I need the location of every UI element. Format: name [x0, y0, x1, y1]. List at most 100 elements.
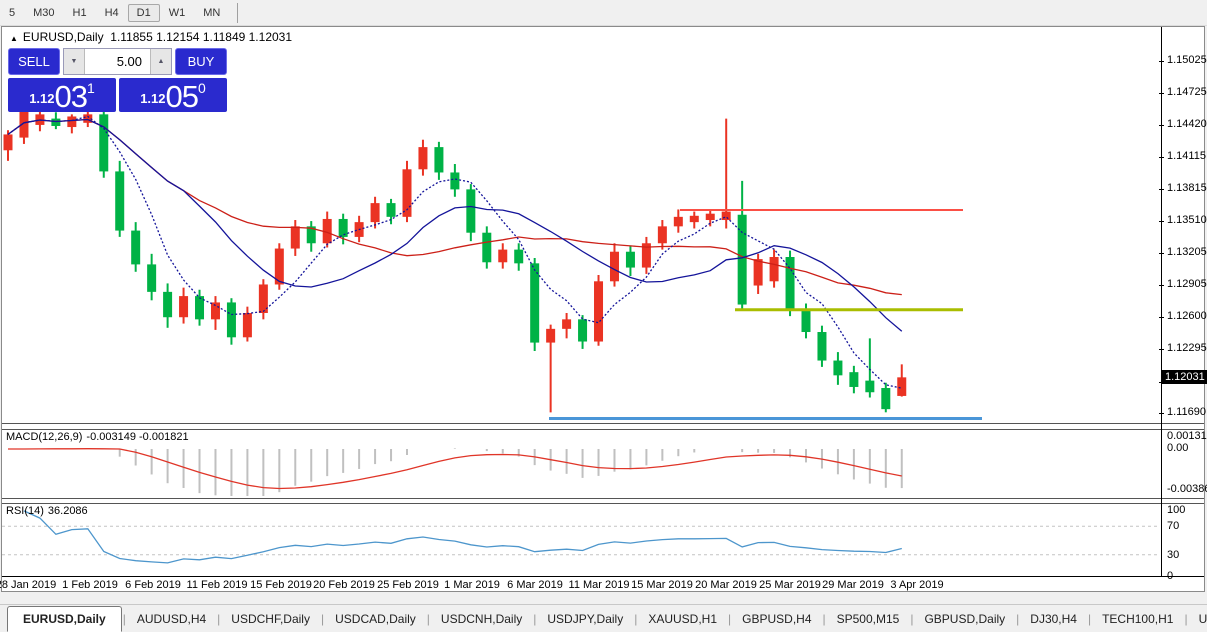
macd-histogram-bar [262, 449, 265, 498]
toolbar-separator [237, 2, 239, 23]
sell-price-pip-digit: 1 [87, 80, 95, 96]
chart-window: ▲ EURUSD,Daily 1.11855 1.12154 1.11849 1.… [0, 26, 1207, 593]
candle-body [3, 134, 13, 151]
volume-input[interactable]: 5.00 [85, 49, 150, 74]
tab-eurusd-daily[interactable]: EURUSD,Daily [7, 606, 122, 632]
price-axis-label: 1.14420 [1167, 117, 1207, 130]
macd-histogram-bar [485, 449, 488, 452]
collapse-arrow-icon[interactable]: ▲ [10, 34, 18, 43]
tab-separator: | [1016, 612, 1020, 626]
price-axis-label: 1.13510 [1167, 214, 1207, 227]
candle-body [386, 203, 396, 217]
volume-increase-button[interactable]: ▲ [150, 49, 171, 74]
tab-separator: | [320, 612, 325, 626]
tab-usdcnh-daily[interactable]: USDCNH,Daily [431, 607, 532, 631]
tab-xauusd-h1[interactable]: XAUUSD,H1 [638, 607, 727, 631]
tab-gbpusd-h4[interactable]: GBPUSD,H4 [732, 607, 821, 631]
price-axis-label: 1.12905 [1167, 277, 1207, 290]
timeframe-mn[interactable]: MN [194, 4, 229, 22]
candle-body [673, 216, 683, 227]
tab-tech100-h1[interactable]: TECH100,H1 [1092, 607, 1183, 631]
current-price-badge: 1.12031 [1162, 370, 1207, 384]
macd-histogram-bar [134, 449, 137, 466]
moving-average-20 [7, 118, 902, 296]
tab-sp500-m15[interactable]: SP500,M15 [827, 607, 910, 631]
macd-histogram-bar [805, 449, 807, 463]
date-label: 25 Mar 2019 [759, 579, 821, 591]
tab-usdcad-daily[interactable]: USDCAD,Daily [325, 607, 426, 631]
price-axis-tick [1159, 413, 1164, 415]
rsi-value: 36.2086 [47, 505, 88, 517]
candle-body [434, 147, 444, 173]
macd-histogram-bar [118, 449, 121, 457]
macd-histogram-bar [294, 449, 297, 486]
price-axis-tick [1159, 92, 1164, 94]
rsi-pane[interactable]: RSI(14) 36.2086 100 70 30 0 [2, 503, 1204, 582]
sell-button[interactable]: SELL [8, 48, 60, 75]
macd-histogram-bar [661, 449, 664, 461]
macd-histogram-bar [198, 449, 201, 494]
tab-separator: | [533, 612, 537, 626]
candle-body [179, 296, 189, 318]
rsi-label: RSI(14) 36.2086 [6, 505, 88, 517]
volume-decrease-button[interactable]: ▼ [64, 49, 85, 74]
chart-tab-bar: EURUSD,Daily | AUDUSD,H4 | USDCHF,Daily | USDC… [0, 604, 1207, 632]
tab-separator: | [426, 612, 430, 626]
buy-button[interactable]: BUY [175, 48, 227, 75]
candle-body [737, 214, 747, 305]
macd-histogram-bar [358, 449, 361, 469]
macd-axis-label: 0.00 [1167, 442, 1189, 454]
macd-values: -0.003149 -0.001821 [86, 431, 189, 443]
macd-histogram-bar [773, 449, 776, 453]
tab-usdchf-daily[interactable]: USDCHF,Daily [221, 607, 320, 631]
candle-body [450, 172, 460, 190]
date-label: 11 Feb 2019 [186, 579, 248, 591]
macd-histogram-bar [390, 449, 393, 462]
tab-separator: | [822, 612, 826, 626]
macd-histogram-bar [789, 449, 792, 458]
price-axis-label: 1.15025 [1167, 54, 1207, 66]
macd-histogram-bar [342, 449, 345, 473]
sell-price-base: 1.12 [29, 91, 55, 106]
tab-separator: | [1087, 612, 1092, 626]
candle-body [195, 296, 205, 320]
candle-body [833, 360, 843, 376]
macd-pane[interactable]: MACD(12,26,9) -0.003149 -0.001821 0.00131… [2, 429, 1207, 500]
candle-body [881, 388, 891, 410]
moving-average-12 [7, 118, 903, 332]
timeframe-h1[interactable]: H1 [64, 4, 96, 22]
macd-histogram-bar [645, 449, 648, 466]
macd-histogram-bar [868, 449, 871, 484]
date-axis[interactable]: 28 Jan 2019 1 Feb 2019 6 Feb 2019 11 Feb 20… [0, 576, 1204, 593]
tab-gbpusd-daily[interactable]: GBPUSD,Daily [914, 607, 1015, 631]
tab-audusd-h4[interactable]: AUDUSD,H4 [127, 607, 216, 631]
macd-histogram-bar [900, 449, 903, 489]
candle-body [338, 218, 348, 237]
tab-ukc[interactable]: UKC [1189, 607, 1207, 631]
candle-body [226, 302, 236, 338]
timeframe-h4[interactable]: H4 [96, 4, 128, 22]
rsi-axis-label: 0 [1167, 570, 1174, 582]
tab-dj30-h4[interactable]: DJ30,H4 [1020, 607, 1087, 631]
timeframe-5[interactable]: 5 [0, 4, 24, 22]
candle-body [370, 203, 380, 223]
tab-usdjpy-daily[interactable]: USDJPY,Daily [537, 607, 633, 631]
timeframe-d1[interactable]: D1 [127, 3, 160, 22]
price-axis-tick [1159, 221, 1164, 223]
moving-average-5 [7, 115, 902, 389]
candle-body [562, 319, 572, 329]
macd-histogram-bar [629, 449, 632, 470]
date-label: 25 Feb 2019 [377, 579, 439, 591]
tab-separator: | [1184, 612, 1188, 626]
macd-histogram-bar [406, 449, 408, 456]
macd-histogram-bar [597, 449, 600, 476]
buy-price-display[interactable]: 1.12 05 0 [119, 78, 227, 112]
macd-histogram-bar [214, 449, 217, 496]
one-click-trading-panel: SELL ▼ 5.00 ▲ BUY 1.12 03 1 1.12 05 0 [8, 48, 227, 112]
timeframe-m30[interactable]: M30 [24, 4, 63, 22]
date-label: 20 Mar 2019 [695, 579, 757, 591]
sell-price-display[interactable]: 1.12 03 1 [8, 78, 116, 112]
macd-histogram-bar [310, 449, 313, 482]
timeframe-w1[interactable]: W1 [160, 4, 195, 22]
macd-histogram-bar [246, 449, 249, 500]
